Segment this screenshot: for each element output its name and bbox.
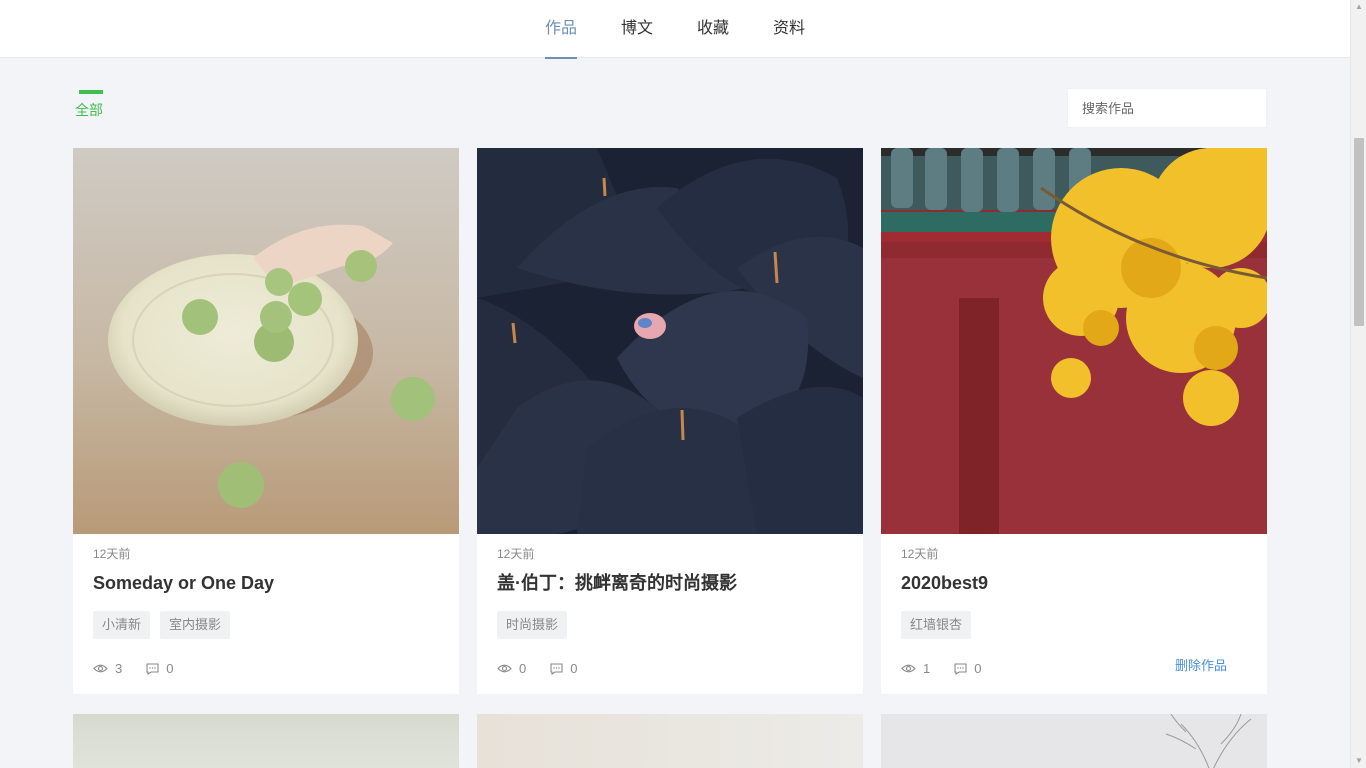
view-count: 1 <box>901 661 930 676</box>
filter-active-indicator <box>79 90 103 94</box>
tab-bar: 作品 博文 收藏 资料 <box>0 0 1350 59</box>
work-card[interactable]: 12天前 Someday or One Day 小清新 室内摄影 3 0 <box>73 148 459 694</box>
comment-count-value: 0 <box>570 661 578 676</box>
work-card[interactable]: 12天前 盖·伯丁：挑衅离奇的时尚摄影 时尚摄影 0 0 <box>477 148 863 694</box>
scroll-thumb[interactable] <box>1354 138 1364 326</box>
view-count-value: 0 <box>519 661 527 676</box>
comment-count: 0 <box>146 661 173 676</box>
category-filter-all[interactable]: 全部 <box>75 90 103 120</box>
work-title[interactable]: 盖·伯丁：挑衅离奇的时尚摄影 <box>497 572 843 594</box>
eye-icon <box>497 664 512 673</box>
view-count: 0 <box>497 661 526 676</box>
view-count-value: 3 <box>115 661 123 676</box>
work-card-partial[interactable] <box>881 714 1267 768</box>
post-time: 12天前 <box>901 547 939 561</box>
scroll-down-arrow-icon[interactable]: ▼ <box>1354 756 1364 766</box>
tab-works[interactable]: 作品 <box>523 0 599 59</box>
post-time: 12天前 <box>497 547 535 561</box>
tab-profile[interactable]: 资料 <box>751 0 827 58</box>
work-cover-image[interactable] <box>477 148 863 534</box>
comment-count-value: 0 <box>166 661 174 676</box>
eye-icon <box>93 664 108 673</box>
eye-icon <box>901 664 916 673</box>
comment-icon <box>146 662 159 675</box>
work-cover-image[interactable] <box>881 148 1267 534</box>
comment-icon <box>954 662 967 675</box>
view-count-value: 1 <box>923 661 931 676</box>
tab-blog[interactable]: 博文 <box>599 0 675 58</box>
tab-favorites[interactable]: 收藏 <box>675 0 751 58</box>
work-card-partial[interactable] <box>477 714 863 768</box>
tag-chip[interactable]: 红墙银杏 <box>901 611 972 639</box>
work-cover-image[interactable] <box>477 714 863 768</box>
delete-work-link[interactable]: 删除作品 <box>1175 655 1227 674</box>
filter-label: 全部 <box>75 102 103 118</box>
work-cover-image[interactable] <box>881 714 1267 768</box>
top-nav: 作品 博文 收藏 资料 <box>0 0 1350 59</box>
view-count: 3 <box>93 661 122 676</box>
work-cover-image[interactable] <box>73 714 459 768</box>
tag-chip[interactable]: 时尚摄影 <box>497 611 568 639</box>
work-cover-image[interactable] <box>73 148 459 534</box>
scroll-up-arrow-icon[interactable]: ▲ <box>1354 2 1364 12</box>
search-box <box>1067 88 1267 128</box>
comment-count: 0 <box>550 661 577 676</box>
comment-count: 0 <box>954 661 981 676</box>
page-scrollbar[interactable]: ▲ ▼ <box>1350 0 1366 768</box>
comment-icon <box>550 662 563 675</box>
work-card[interactable]: 12天前 2020best9 红墙银杏 1 0 删除作品 <box>881 148 1267 694</box>
tag-chip[interactable]: 室内摄影 <box>160 611 231 639</box>
tag-chip[interactable]: 小清新 <box>93 611 151 639</box>
search-input[interactable] <box>1082 100 1258 116</box>
comment-count-value: 0 <box>974 661 982 676</box>
work-title[interactable]: 2020best9 <box>901 572 1247 594</box>
work-title[interactable]: Someday or One Day <box>93 572 439 594</box>
work-card-partial[interactable] <box>73 714 459 768</box>
post-time: 12天前 <box>93 547 131 561</box>
